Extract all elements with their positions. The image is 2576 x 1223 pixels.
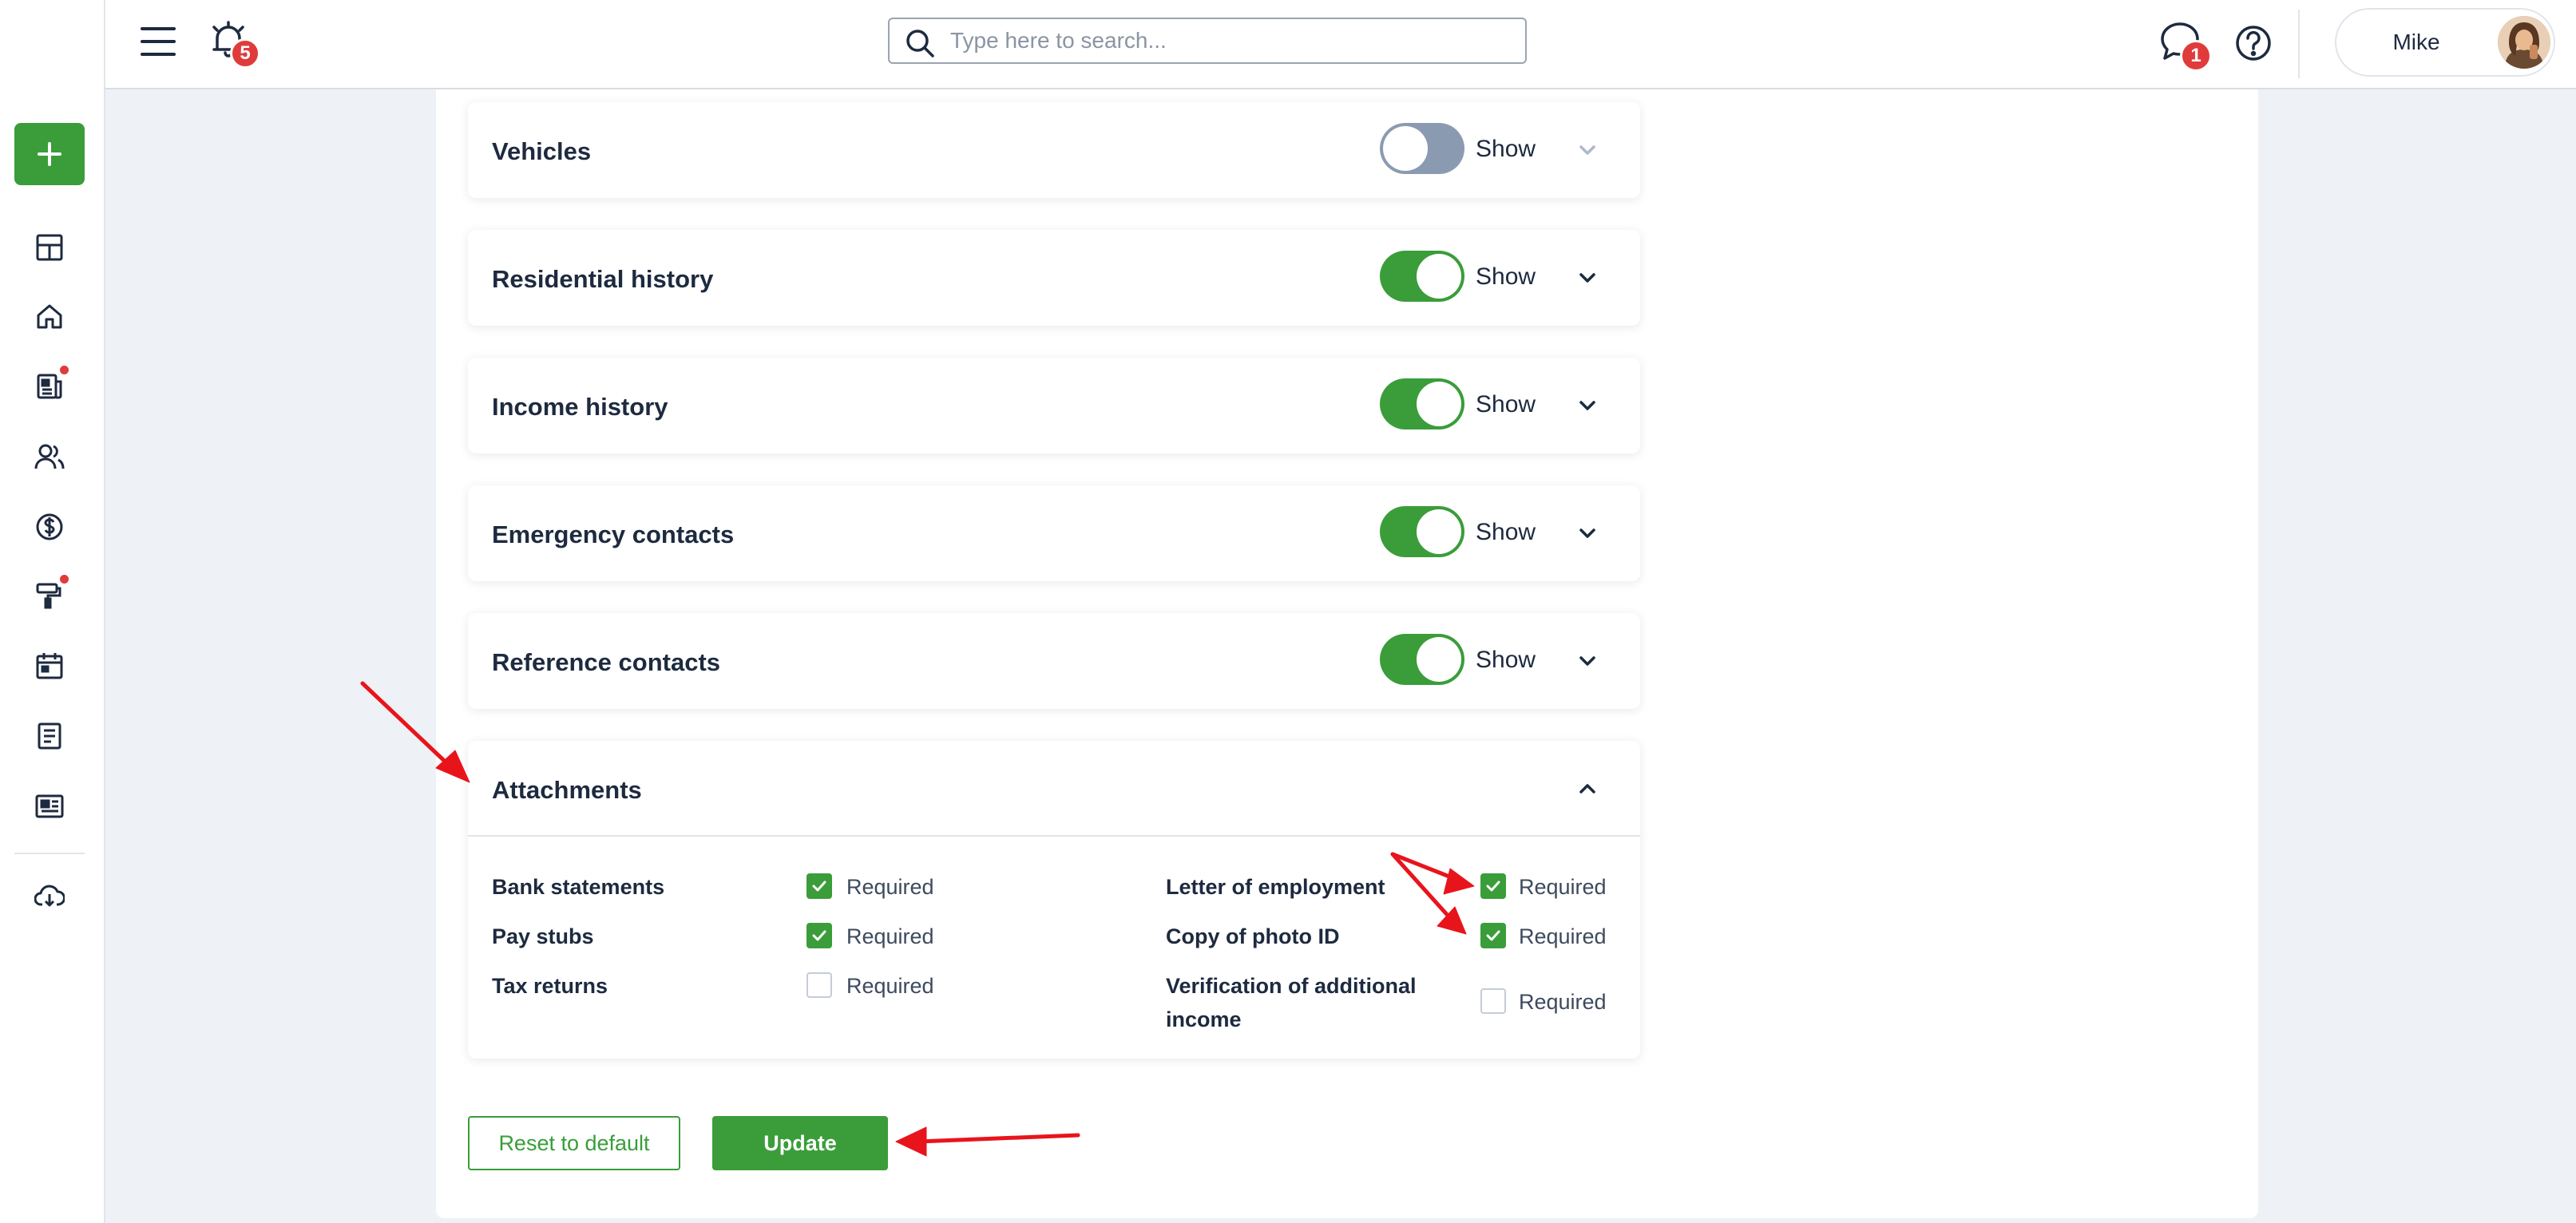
chevron-down-icon[interactable]: [1573, 263, 1602, 292]
help-button[interactable]: [2233, 22, 2274, 64]
section-vehicles: Vehicles Show: [468, 102, 1640, 198]
download-icon: [34, 885, 65, 907]
show-toggle[interactable]: [1380, 378, 1464, 429]
sidebar: [0, 0, 105, 1223]
show-toggle[interactable]: [1380, 251, 1464, 302]
notification-dot: [60, 575, 69, 584]
dollar-icon: [36, 513, 63, 540]
people-icon: [34, 444, 65, 469]
checkmark-icon: [812, 881, 826, 892]
sidebar-item-calendar[interactable]: [32, 648, 67, 683]
section-title: Attachments: [492, 776, 642, 804]
attachment-label: Bank statements: [492, 875, 665, 899]
hamburger-menu-button[interactable]: [139, 24, 177, 59]
section-title: Income history: [492, 393, 668, 421]
required-checkbox[interactable]: [806, 972, 832, 998]
required-label: Required: [1519, 875, 1607, 899]
sidebar-item-accounting[interactable]: [32, 509, 67, 544]
section-reference-contacts: Reference contacts Show: [468, 613, 1640, 709]
show-label: Show: [1476, 136, 1536, 162]
section-emergency-contacts: Emergency contacts Show: [468, 485, 1640, 581]
checkmark-icon: [812, 930, 826, 941]
document-icon: [38, 722, 61, 750]
sidebar-item-people[interactable]: [32, 439, 67, 474]
section-residential-history: Residential history Show: [468, 230, 1640, 326]
messages-button[interactable]: 1: [2159, 21, 2212, 72]
attachment-label: Tax returns: [492, 974, 608, 998]
calendar-icon: [36, 653, 63, 679]
messages-badge: 1: [2180, 40, 2212, 72]
maintenance-icon: [36, 583, 61, 609]
hamburger-icon: [141, 27, 176, 56]
required-checkbox[interactable]: [1480, 988, 1506, 1014]
section-title: Emergency contacts: [492, 520, 735, 548]
home-icon: [37, 304, 62, 329]
sidebar-item-dashboard[interactable]: [32, 230, 67, 265]
checkmark-icon: [1486, 881, 1500, 892]
attachment-label: Copy of photo ID: [1166, 924, 1340, 948]
plus-icon: [38, 142, 61, 166]
topbar-divider: [2298, 10, 2300, 78]
required-checkbox[interactable]: [1480, 923, 1506, 948]
notifications-badge: 5: [230, 38, 260, 69]
user-name: Mike: [2392, 30, 2440, 54]
notifications-button[interactable]: 5: [209, 21, 260, 70]
chevron-down-icon[interactable]: [1573, 519, 1602, 548]
sidebar-item-reports[interactable]: [32, 718, 67, 754]
chevron-up-icon[interactable]: [1573, 774, 1602, 803]
chevron-down-icon[interactable]: [1573, 391, 1602, 420]
required-label: Required: [846, 875, 934, 899]
chevron-down-icon[interactable]: [1573, 136, 1602, 164]
required-checkbox[interactable]: [806, 873, 832, 899]
required-label: Required: [1519, 990, 1607, 1014]
dashboard-icon: [36, 234, 63, 261]
leases-icon: [37, 374, 62, 399]
search-input[interactable]: [950, 19, 1509, 62]
checkmark-icon: [1486, 930, 1500, 941]
required-label: Required: [846, 924, 934, 948]
sidebar-item-download[interactable]: [32, 878, 67, 913]
section-title: Vehicles: [492, 137, 592, 165]
help-icon: [2236, 26, 2271, 61]
show-label: Show: [1476, 647, 1536, 673]
show-label: Show: [1476, 519, 1536, 545]
avatar: [2498, 16, 2550, 69]
sidebar-divider: [14, 853, 85, 854]
section-title: Residential history: [492, 265, 714, 293]
required-checkbox[interactable]: [806, 923, 832, 948]
show-toggle[interactable]: [1380, 123, 1464, 174]
required-checkbox[interactable]: [1480, 873, 1506, 899]
section-title: Reference contacts: [492, 648, 721, 676]
attachment-label: Letter of employment: [1166, 875, 1385, 899]
required-label: Required: [1519, 924, 1607, 948]
chevron-down-icon[interactable]: [1573, 647, 1602, 675]
user-menu[interactable]: Mike: [2335, 8, 2555, 77]
show-label: Show: [1476, 263, 1536, 290]
notification-dot: [60, 366, 69, 374]
attachment-label: Verification of additional income: [1166, 974, 1417, 1031]
sidebar-item-listings[interactable]: [32, 789, 67, 824]
top-bar: 5 1 Mike: [105, 0, 2576, 89]
show-toggle[interactable]: [1380, 634, 1464, 685]
section-income-history: Income history Show: [468, 358, 1640, 453]
section-divider: [468, 835, 1640, 837]
required-label: Required: [846, 974, 934, 998]
reset-to-default-button[interactable]: Reset to default: [468, 1116, 680, 1170]
attachment-label: Pay stubs: [492, 924, 594, 948]
section-attachments: Attachments Bank statements Required Pay…: [468, 741, 1640, 1059]
add-button[interactable]: [14, 123, 85, 185]
show-label: Show: [1476, 391, 1536, 418]
search-icon: [906, 30, 934, 57]
listing-icon: [35, 794, 64, 818]
sidebar-item-maintenance[interactable]: [32, 575, 69, 613]
update-button[interactable]: Update: [712, 1116, 888, 1170]
sidebar-item-properties[interactable]: [32, 299, 67, 334]
sidebar-item-leases[interactable]: [32, 366, 69, 404]
search-bar[interactable]: [888, 18, 1527, 64]
show-toggle[interactable]: [1380, 506, 1464, 557]
